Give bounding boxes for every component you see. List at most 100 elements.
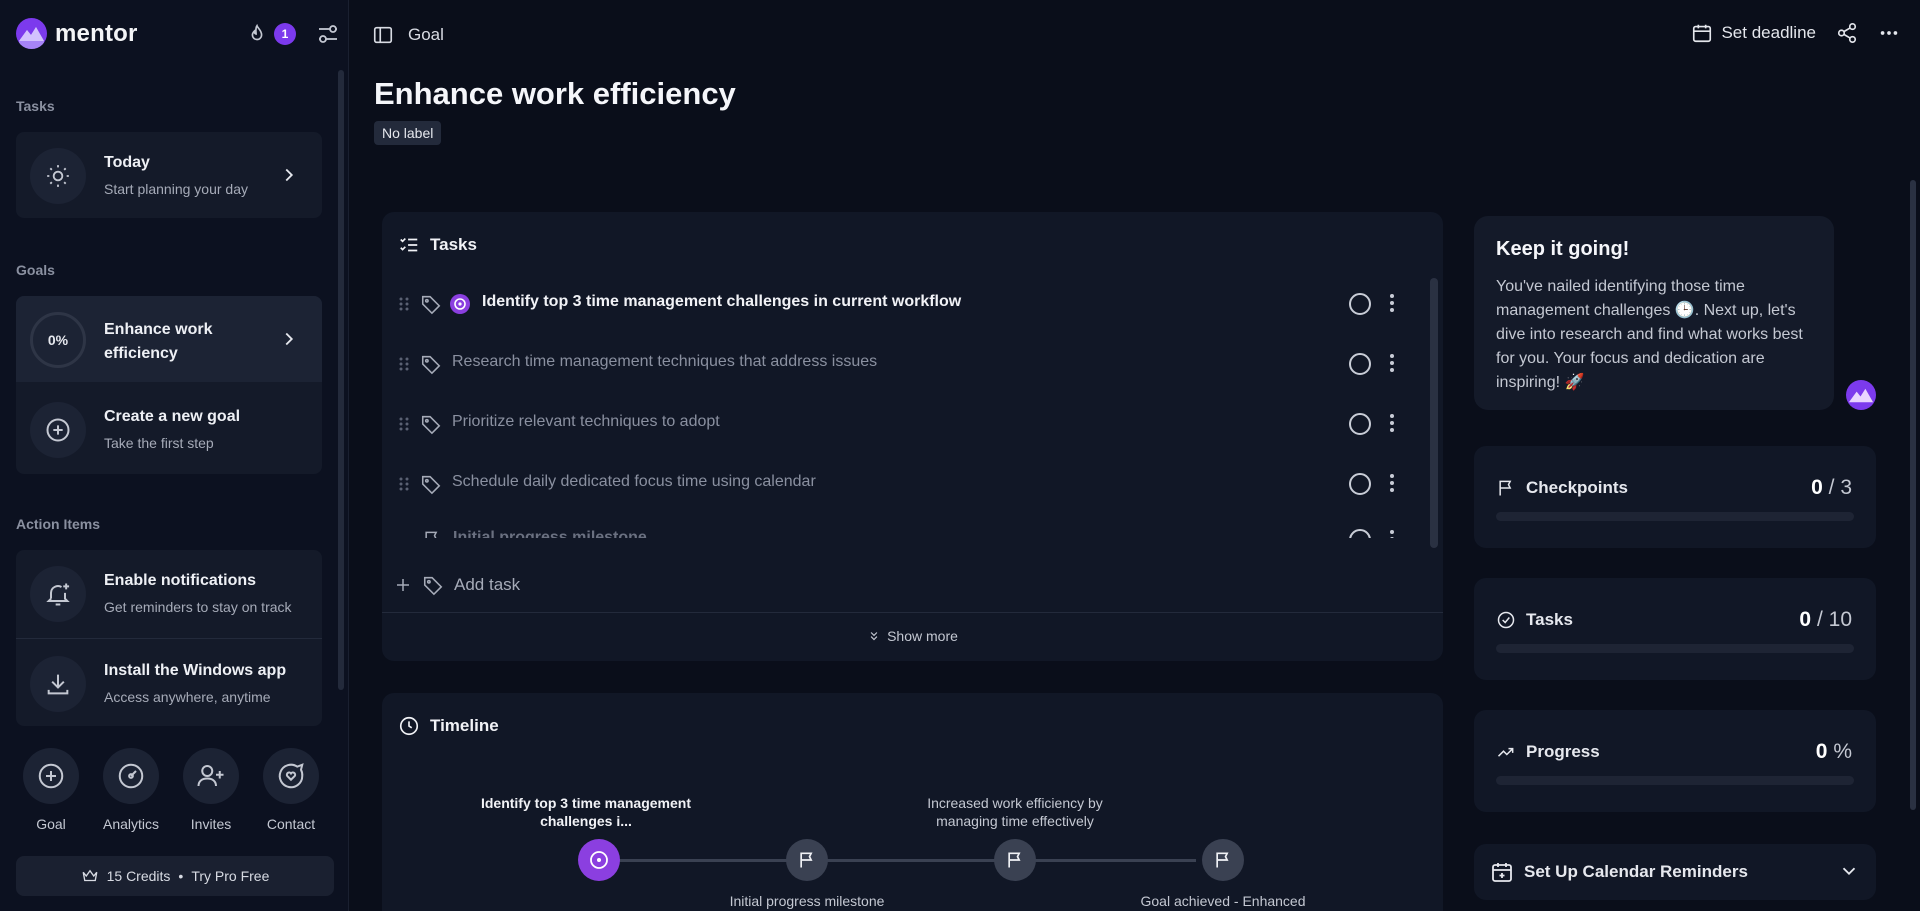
flag-icon xyxy=(1008,852,1021,868)
tasks-scrollbar[interactable] xyxy=(1430,278,1438,548)
topbar: Goal Set deadline xyxy=(350,0,1920,72)
flag-icon xyxy=(800,852,813,868)
task-text[interactable]: Prioritize relevant techniques to adopt xyxy=(452,413,720,431)
settings-sliders-icon[interactable] xyxy=(316,22,340,46)
task-text[interactable]: Schedule daily dedicated focus time usin… xyxy=(452,473,816,491)
flag-icon xyxy=(1216,852,1229,868)
goal-label-pill[interactable]: No label xyxy=(374,121,442,145)
goals-card: 0% Enhance work efficiency Create a new … xyxy=(16,296,322,474)
drag-handle-icon[interactable] xyxy=(398,416,410,432)
try-pro-link[interactable]: Try Pro Free xyxy=(191,868,269,884)
tasks-total: 10 xyxy=(1828,608,1852,631)
task-text[interactable]: Initial progress milestone xyxy=(453,529,647,538)
clock-icon xyxy=(399,716,419,736)
flag-icon xyxy=(425,531,438,538)
install-subtitle: Access anywhere, anytime xyxy=(104,689,271,705)
share-icon[interactable] xyxy=(1836,22,1858,44)
task-complete-checkbox[interactable] xyxy=(1349,413,1371,435)
target-icon xyxy=(590,851,608,869)
streak-flame-icon[interactable] xyxy=(246,22,268,46)
streak-badge[interactable]: 1 xyxy=(274,23,296,45)
goal-action-label: Goal xyxy=(36,816,66,832)
coach-title: Keep it going! xyxy=(1496,238,1630,260)
goal-action-button[interactable]: Goal xyxy=(16,748,86,832)
checkpoints-progress-bar xyxy=(1496,512,1854,521)
current-task-icon xyxy=(450,294,470,314)
sidebar: mentor 1 Tasks Today Start planning your… xyxy=(0,0,349,911)
plus-circle-icon xyxy=(23,748,79,804)
checkpoints-label: Checkpoints xyxy=(1496,478,1628,498)
goal-item-enhance[interactable]: 0% Enhance work efficiency xyxy=(16,296,322,382)
progress-value: 0 xyxy=(1815,740,1828,763)
set-deadline-button[interactable]: Set deadline xyxy=(1691,22,1816,44)
show-more-button[interactable]: Show more xyxy=(382,612,1443,658)
task-more-icon[interactable] xyxy=(1389,292,1395,314)
checkpoints-sep: / xyxy=(1828,476,1835,499)
progress-stat: Progress 0 % xyxy=(1474,710,1876,812)
timeline-node-current[interactable] xyxy=(578,839,620,881)
goal-progress-ring: 0% xyxy=(30,312,86,368)
today-subtitle: Start planning your day xyxy=(104,181,248,197)
tasks-panel: Tasks Identify top 3 time management cha… xyxy=(382,212,1443,661)
checkpoints-total: 3 xyxy=(1840,476,1852,499)
install-windows-row[interactable]: Install the Windows app Access anywhere,… xyxy=(16,640,322,726)
task-text[interactable]: Research time management techniques that… xyxy=(452,353,877,371)
task-more-icon[interactable] xyxy=(1389,472,1395,494)
tasks-stat: Tasks 0 / 10 xyxy=(1474,578,1876,680)
sidebar-bottom-actions: Goal Analytics Invites Contact xyxy=(16,748,326,832)
main-scrollbar[interactable] xyxy=(1910,180,1916,810)
tag-icon[interactable] xyxy=(420,413,442,435)
goal-title-line2: efficiency xyxy=(104,345,178,362)
brand[interactable]: mentor xyxy=(16,18,138,49)
sidebar-toggle-icon[interactable] xyxy=(372,24,394,46)
timeline-node-milestone[interactable] xyxy=(994,839,1036,881)
gauge-icon xyxy=(103,748,159,804)
task-complete-checkbox[interactable] xyxy=(1349,529,1371,538)
today-row[interactable]: Today Start planning your day xyxy=(16,132,322,218)
coach-message: You've nailed identifying those time man… xyxy=(1496,278,1803,391)
analytics-action-button[interactable]: Analytics xyxy=(96,748,166,832)
task-text[interactable]: Identify top 3 time management challenge… xyxy=(482,293,961,311)
task-complete-checkbox[interactable] xyxy=(1349,293,1371,315)
today-title: Today xyxy=(104,154,150,171)
sidebar-scrollbar[interactable] xyxy=(338,70,344,690)
breadcrumb: Goal xyxy=(372,24,444,46)
tag-icon[interactable] xyxy=(420,293,442,315)
task-complete-checkbox[interactable] xyxy=(1349,353,1371,375)
create-goal-row[interactable]: Create a new goal Take the first step xyxy=(16,386,322,472)
timeline-node-milestone[interactable] xyxy=(786,839,828,881)
timeline-track xyxy=(598,859,1196,862)
invites-action-button[interactable]: Invites xyxy=(176,748,246,832)
task-more-icon[interactable] xyxy=(1389,412,1395,434)
drag-handle-icon[interactable] xyxy=(398,356,410,372)
task-row[interactable]: Schedule daily dedicated focus time usin… xyxy=(382,454,1432,514)
milestone-row[interactable]: Initial progress milestone xyxy=(382,514,1422,538)
progress-stat-label: Progress xyxy=(1496,742,1600,762)
calendar-reminders-accordion[interactable]: Set Up Calendar Reminders xyxy=(1474,844,1876,900)
task-more-icon[interactable] xyxy=(1389,528,1395,538)
today-card[interactable]: Today Start planning your day xyxy=(16,132,322,218)
contact-action-button[interactable]: Contact xyxy=(256,748,326,832)
breadcrumb-goal[interactable]: Goal xyxy=(408,25,444,45)
more-options-icon[interactable] xyxy=(1878,22,1900,44)
enable-notifications-row[interactable]: Enable notifications Get reminders to st… xyxy=(16,550,322,636)
tag-icon[interactable] xyxy=(420,353,442,375)
mentor-logo-icon xyxy=(1848,388,1874,403)
task-row[interactable]: Prioritize relevant techniques to adopt xyxy=(382,394,1432,454)
drag-handle-icon[interactable] xyxy=(398,296,410,312)
task-complete-checkbox[interactable] xyxy=(1349,473,1371,495)
create-goal-title: Create a new goal xyxy=(104,408,241,425)
task-row[interactable]: Research time management techniques that… xyxy=(382,334,1432,394)
plus-circle-icon xyxy=(30,402,86,458)
add-task-button[interactable]: Add task xyxy=(394,574,520,596)
checkpoints-value: 0 / 3 xyxy=(1811,476,1852,500)
task-row[interactable]: Identify top 3 time management challenge… xyxy=(382,274,1432,334)
timeline-node-goal[interactable] xyxy=(1202,839,1244,881)
drag-handle-icon[interactable] xyxy=(398,476,410,492)
tag-icon[interactable] xyxy=(420,473,442,495)
task-more-icon[interactable] xyxy=(1389,352,1395,374)
tasks-progress-bar xyxy=(1496,644,1854,653)
coach-avatar[interactable] xyxy=(1846,380,1876,410)
credits-bar[interactable]: 15 Credits • Try Pro Free xyxy=(16,856,334,896)
calendar-plus-icon xyxy=(1492,863,1512,882)
